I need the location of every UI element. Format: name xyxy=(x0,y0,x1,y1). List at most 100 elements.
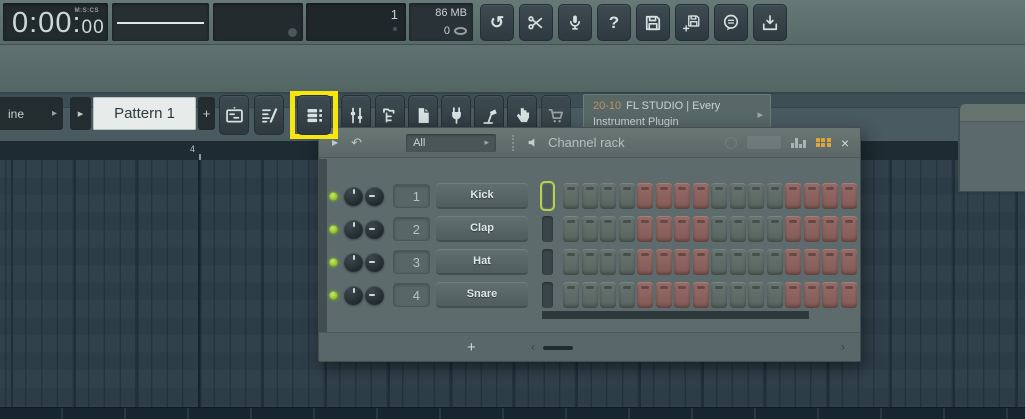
step-button[interactable] xyxy=(674,282,690,308)
channel-enable-led[interactable] xyxy=(329,291,338,300)
pan-knob[interactable] xyxy=(344,187,363,206)
scrollbar-thumb[interactable] xyxy=(543,346,573,350)
volume-knob[interactable] xyxy=(365,286,384,305)
step-button[interactable] xyxy=(600,249,616,275)
pan-knob[interactable] xyxy=(344,220,363,239)
step-button[interactable] xyxy=(600,216,616,242)
step-button[interactable] xyxy=(730,216,746,242)
step-button[interactable] xyxy=(748,282,764,308)
channel-select-strip[interactable] xyxy=(542,183,553,209)
export-button[interactable] xyxy=(753,4,787,41)
step-button[interactable] xyxy=(711,216,727,242)
step-button[interactable] xyxy=(822,282,838,308)
graph-editor-icon[interactable] xyxy=(791,137,806,148)
save-button[interactable] xyxy=(636,4,670,41)
step-button[interactable] xyxy=(582,216,598,242)
step-button[interactable] xyxy=(656,216,672,242)
step-button[interactable] xyxy=(822,249,838,275)
scroll-left-icon[interactable]: ‹ xyxy=(531,340,535,354)
step-button[interactable] xyxy=(711,183,727,209)
step-button[interactable] xyxy=(767,249,783,275)
step-button[interactable] xyxy=(767,282,783,308)
step-button[interactable] xyxy=(822,183,838,209)
step-grid-icon[interactable] xyxy=(816,138,831,148)
step-button[interactable] xyxy=(730,183,746,209)
channel-rack-button[interactable] xyxy=(297,95,331,135)
channel-enable-led[interactable] xyxy=(329,258,338,267)
step-button[interactable] xyxy=(785,216,801,242)
channel-name-button[interactable]: Snare xyxy=(436,282,528,308)
step-button[interactable] xyxy=(822,216,838,242)
step-button[interactable] xyxy=(637,249,653,275)
channel-select-strip[interactable] xyxy=(542,216,553,242)
step-button[interactable] xyxy=(841,282,857,308)
close-icon[interactable]: × xyxy=(841,136,849,150)
step-button[interactable] xyxy=(563,282,579,308)
step-button[interactable] xyxy=(693,216,709,242)
step-button[interactable] xyxy=(785,183,801,209)
step-button[interactable] xyxy=(693,183,709,209)
step-button[interactable] xyxy=(785,282,801,308)
step-button[interactable] xyxy=(804,249,820,275)
volume-knob[interactable] xyxy=(365,187,384,206)
channel-filter-dropdown[interactable]: All ▸ xyxy=(406,134,496,152)
pattern-name-field[interactable]: Pattern 1 xyxy=(93,97,196,130)
step-button[interactable] xyxy=(563,249,579,275)
channel-rack-header[interactable]: ▶ ↶ All ▸ Channel rack × xyxy=(319,128,860,158)
step-button[interactable] xyxy=(656,249,672,275)
step-button[interactable] xyxy=(748,249,764,275)
step-button[interactable] xyxy=(637,282,653,308)
step-button[interactable] xyxy=(674,216,690,242)
tempo-panel[interactable] xyxy=(213,3,303,41)
step-button[interactable] xyxy=(656,282,672,308)
step-button[interactable] xyxy=(841,183,857,209)
slice-tool-button[interactable] xyxy=(519,4,553,41)
step-button[interactable] xyxy=(619,216,635,242)
step-button[interactable] xyxy=(767,216,783,242)
step-button[interactable] xyxy=(693,282,709,308)
playlist-button[interactable] xyxy=(219,95,249,135)
volume-knob[interactable] xyxy=(365,220,384,239)
step-button[interactable] xyxy=(600,282,616,308)
swing-field[interactable] xyxy=(747,136,781,149)
tempo-tap-icon[interactable] xyxy=(288,28,297,37)
step-button[interactable] xyxy=(804,216,820,242)
channel-enable-led[interactable] xyxy=(329,192,338,201)
save-new-version-button[interactable] xyxy=(675,4,709,41)
step-button[interactable] xyxy=(619,183,635,209)
channel-name-button[interactable]: Kick xyxy=(436,183,528,209)
step-button[interactable] xyxy=(841,249,857,275)
rack-back-icon[interactable]: ↶ xyxy=(351,135,362,151)
add-channel-button[interactable]: + xyxy=(467,339,476,356)
rack-scroll-track[interactable] xyxy=(542,311,809,319)
help-button[interactable]: ? xyxy=(597,4,631,41)
step-button[interactable] xyxy=(637,183,653,209)
step-button[interactable] xyxy=(600,183,616,209)
step-button[interactable] xyxy=(563,216,579,242)
step-button[interactable] xyxy=(693,249,709,275)
pan-knob[interactable] xyxy=(344,286,363,305)
step-button[interactable] xyxy=(637,216,653,242)
piano-roll-button[interactable] xyxy=(254,95,284,135)
step-button[interactable] xyxy=(656,183,672,209)
ghost-knob-icon[interactable] xyxy=(725,137,737,149)
step-button[interactable] xyxy=(619,249,635,275)
step-button[interactable] xyxy=(711,249,727,275)
step-button[interactable] xyxy=(730,282,746,308)
pan-knob[interactable] xyxy=(344,253,363,272)
step-button[interactable] xyxy=(841,216,857,242)
step-button[interactable] xyxy=(582,183,598,209)
step-button[interactable] xyxy=(748,216,764,242)
step-button[interactable] xyxy=(748,183,764,209)
channel-select-strip[interactable] xyxy=(542,249,553,275)
scroll-right-icon[interactable]: › xyxy=(841,340,845,354)
step-button[interactable] xyxy=(563,183,579,209)
add-pattern-button[interactable]: + xyxy=(198,97,215,130)
record-button[interactable] xyxy=(558,4,592,41)
feedback-button[interactable] xyxy=(714,4,748,41)
step-button[interactable] xyxy=(619,282,635,308)
time-display[interactable]: 0:00: 00 M:S:CS xyxy=(3,3,108,41)
step-button[interactable] xyxy=(767,183,783,209)
step-button[interactable] xyxy=(582,249,598,275)
step-button[interactable] xyxy=(674,249,690,275)
